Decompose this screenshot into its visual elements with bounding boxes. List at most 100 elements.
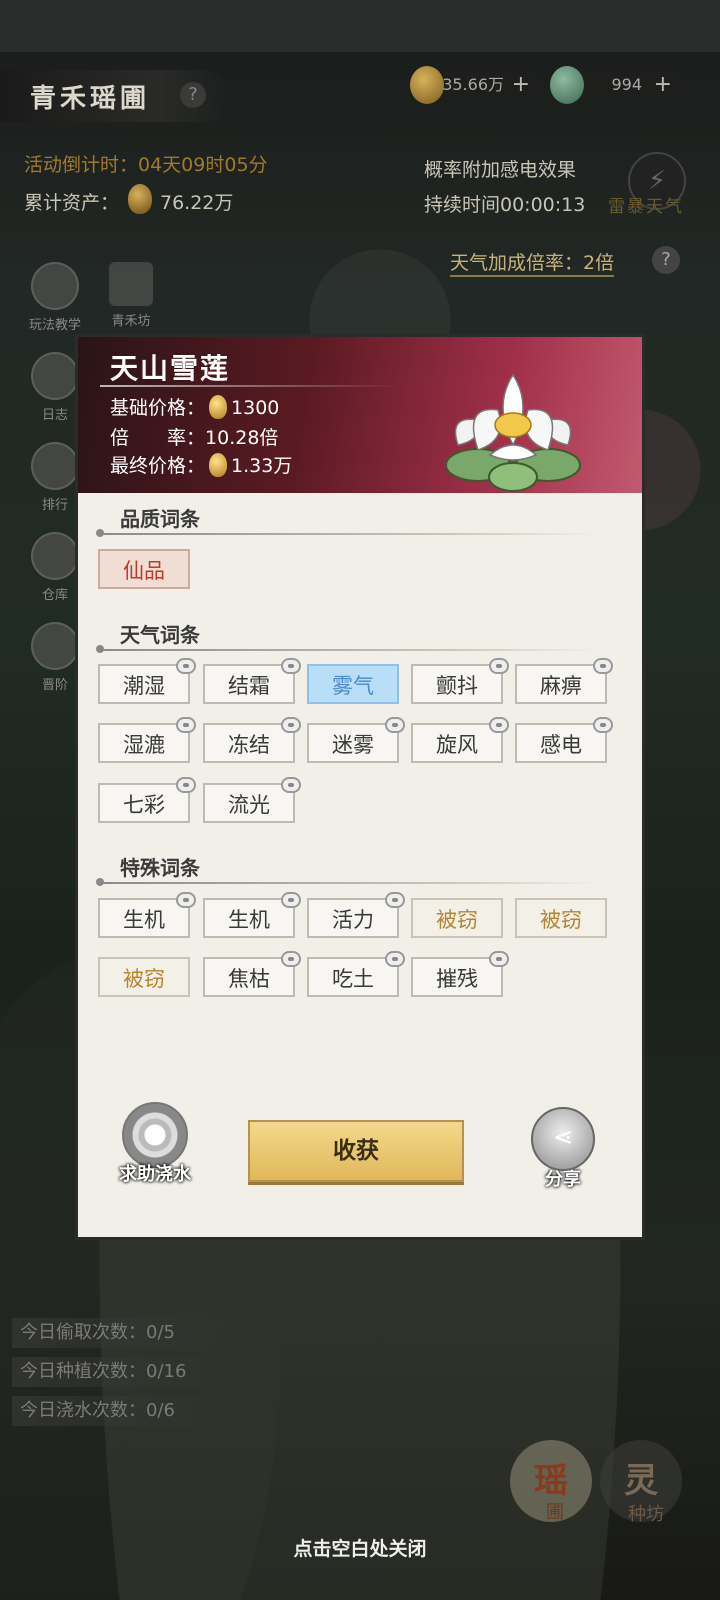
weather-tag-label: 旋风 xyxy=(436,733,478,757)
weather-multiplier: 天气加成倍率：2倍 xyxy=(450,248,615,277)
weather-tag-label: 感电 xyxy=(540,733,582,757)
activity-countdown: 活动倒计时：04天09时05分 xyxy=(24,154,268,176)
lock-icon xyxy=(489,951,509,967)
close-hint: 点击空白处关闭 xyxy=(293,1538,427,1560)
plant-count: 今日种植次数：0/16 xyxy=(12,1357,240,1387)
weather-tag[interactable]: 七彩 xyxy=(98,777,196,823)
special-tag[interactable]: 吃土 xyxy=(307,951,405,997)
weather-effect: 概率附加感电效果 xyxy=(424,159,577,181)
share-button[interactable]: ⋖ 分享 xyxy=(518,1107,608,1191)
weather-tag[interactable]: 颤抖 xyxy=(411,658,509,704)
add-gold-button[interactable]: + xyxy=(512,70,530,100)
special-tag[interactable]: 焦枯 xyxy=(203,951,301,997)
weather-tag[interactable]: 迷雾 xyxy=(307,717,405,763)
special-tag[interactable]: 生机 xyxy=(203,892,301,938)
gourd-icon xyxy=(209,395,228,419)
shop-label: 青禾坊 xyxy=(111,314,151,329)
gate-icon xyxy=(109,262,153,306)
special-tag-stolen[interactable]: 被窃 xyxy=(411,898,503,938)
lock-icon xyxy=(385,951,405,967)
weather-tag[interactable]: 旋风 xyxy=(411,717,509,763)
gourd-icon xyxy=(128,184,152,214)
weather-tag[interactable]: 湿漉 xyxy=(98,717,196,763)
jade-icon xyxy=(550,66,584,104)
base-price-label: 基础价格： xyxy=(110,397,206,419)
help-button[interactable]: ? xyxy=(180,82,206,108)
gold-value: 35.66万 xyxy=(442,75,504,94)
upgrade-label: 晋阶 xyxy=(41,678,68,693)
page-title: 青禾瑶圃 xyxy=(30,84,151,114)
jade-value: 994 xyxy=(611,75,642,94)
weather-tag-label: 雾气 xyxy=(332,674,374,698)
panel-header: 天山雪莲 基础价格： 1300 倍 率：10.28倍 最终价格： 1.33万 xyxy=(78,337,642,493)
rate-label: 倍 率： xyxy=(110,427,206,449)
lock-icon xyxy=(489,717,509,733)
lock-icon xyxy=(176,717,196,733)
status-bar xyxy=(0,0,720,52)
plant-detail-panel: 天山雪莲 基础价格： 1300 倍 率：10.28倍 最终价格： 1.33万 品质词… xyxy=(78,337,642,1237)
weather-tag-label: 颤抖 xyxy=(436,674,478,698)
upgrade-icon xyxy=(31,622,79,670)
plant-name: 天山雪莲 xyxy=(110,352,231,385)
assets-label: 累计资产： xyxy=(24,192,120,214)
steal-count: 今日偷取次数：0/5 xyxy=(12,1318,240,1348)
special-tag[interactable]: 活力 xyxy=(307,892,405,938)
weather-tag[interactable]: 流光 xyxy=(203,777,301,823)
lotus-icon xyxy=(445,373,581,492)
scroll-icon xyxy=(31,352,79,400)
garden-tab-label: 瑶 xyxy=(534,1461,568,1501)
weather-tag-label: 结霜 xyxy=(228,674,270,698)
special-tag-stolen[interactable]: 被窃 xyxy=(515,898,607,938)
seed-shop-tab-label: 灵 xyxy=(624,1461,658,1501)
help-water-label: 求助浇水 xyxy=(119,1164,191,1185)
quality-tag[interactable]: 仙品 xyxy=(98,549,190,589)
special-tag-stolen[interactable]: 被窃 xyxy=(98,957,190,997)
lock-icon xyxy=(593,658,613,674)
rank-icon xyxy=(31,442,79,490)
log-label: 日志 xyxy=(41,408,68,423)
weather-tag[interactable]: 感电 xyxy=(515,717,613,763)
jade-resource: 994 + xyxy=(550,66,682,104)
final-price-row: 最终价格： 1.33万 xyxy=(110,451,292,478)
special-tag[interactable]: 摧残 xyxy=(411,951,509,997)
base-price-value: 1300 xyxy=(231,397,280,419)
quality-section-title: 品质词条 xyxy=(120,507,200,531)
gourd-icon xyxy=(209,453,228,477)
lock-icon xyxy=(176,892,196,908)
special-tag[interactable]: 生机 xyxy=(98,892,196,938)
weather-divider xyxy=(96,645,598,653)
lock-icon xyxy=(281,717,301,733)
help-water-button[interactable]: 求助浇水 xyxy=(100,1102,210,1186)
gold-resource: 35.66万 + xyxy=(410,66,540,104)
special-tag-label: 被窃 xyxy=(540,908,582,932)
weather-tag-label: 冻结 xyxy=(228,733,270,757)
weather-tag[interactable]: 潮湿 xyxy=(98,658,196,704)
special-tag-label: 吃土 xyxy=(332,967,374,991)
special-tag-label: 生机 xyxy=(123,908,165,932)
warehouse-icon xyxy=(31,532,79,580)
shop-button[interactable]: 青禾坊 xyxy=(98,262,164,329)
weather-tag-label: 流光 xyxy=(228,793,270,817)
special-tag-label: 被窃 xyxy=(123,967,165,991)
rate-row: 倍 率：10.28倍 xyxy=(110,423,278,450)
lock-icon xyxy=(281,892,301,908)
rate-value: 10.28倍 xyxy=(205,427,279,449)
tutorial-button[interactable]: 玩法教学 xyxy=(22,262,88,333)
book-icon xyxy=(31,262,79,310)
weather-tag-label: 七彩 xyxy=(123,793,165,817)
weather-tag-active[interactable]: 雾气 xyxy=(307,664,399,704)
weather-tag[interactable]: 结霜 xyxy=(203,658,301,704)
weather-tag[interactable]: 麻痹 xyxy=(515,658,613,704)
harvest-button[interactable]: 收获 xyxy=(248,1120,464,1182)
weather-tag-label: 迷雾 xyxy=(332,733,374,757)
special-tag-label: 活力 xyxy=(332,908,374,932)
add-jade-button[interactable]: + xyxy=(654,70,672,100)
multiplier-help-button[interactable]: ? xyxy=(652,246,680,274)
weather-tag-label: 潮湿 xyxy=(123,674,165,698)
warehouse-label: 仓库 xyxy=(41,588,68,603)
lock-icon xyxy=(593,717,613,733)
gourd-icon xyxy=(410,66,444,104)
assets-value: 76.22万 xyxy=(160,192,234,214)
special-divider xyxy=(96,878,598,886)
weather-tag[interactable]: 冻结 xyxy=(203,717,301,763)
